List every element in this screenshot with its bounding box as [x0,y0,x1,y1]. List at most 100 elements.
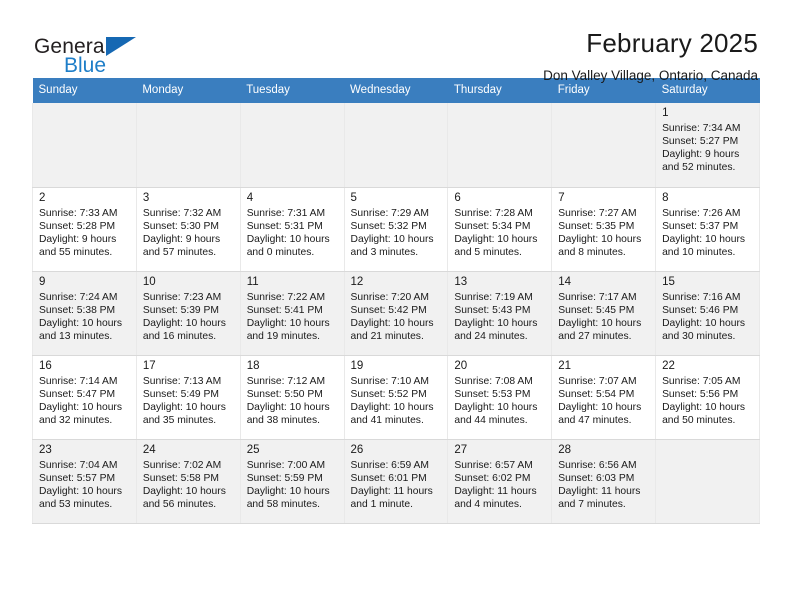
day-sun-details: Sunrise: 7:05 AM Sunset: 5:56 PM Dayligh… [662,375,746,426]
calendar-day-cell [135,103,241,188]
calendar-day-cell[interactable]: 24 Sunrise: 7:02 AM Sunset: 5:58 PM Dayl… [135,439,241,524]
calendar-day-cell [551,103,657,188]
day-number: 13 [454,275,468,288]
page-header: General Blue February 2025 Don Valley Vi… [0,0,792,83]
day-sun-details: Sunrise: 6:57 AM Sunset: 6:02 PM Dayligh… [454,459,537,510]
calendar-day-cell[interactable]: 19 Sunrise: 7:10 AM Sunset: 5:52 PM Dayl… [343,355,449,440]
calendar-day-cell[interactable]: 25 Sunrise: 7:00 AM Sunset: 5:59 PM Dayl… [239,439,345,524]
calendar-day-cell[interactable]: 9 Sunrise: 7:24 AM Sunset: 5:38 PM Dayli… [32,271,137,356]
day-number: 19 [350,359,364,372]
calendar-day-cell[interactable]: 10 Sunrise: 7:23 AM Sunset: 5:39 PM Dayl… [135,271,241,356]
brand-name-secondary: Blue [64,54,107,77]
calendar-day-cell[interactable]: 17 Sunrise: 7:13 AM Sunset: 5:49 PM Dayl… [135,355,241,440]
calendar-day-cell[interactable]: 11 Sunrise: 7:22 AM Sunset: 5:41 PM Dayl… [239,271,345,356]
day-number: 20 [454,359,468,372]
day-number: 14 [558,275,572,288]
calendar-day-cell[interactable]: 21 Sunrise: 7:07 AM Sunset: 5:54 PM Dayl… [551,355,657,440]
day-number: 23 [39,443,52,456]
day-number: 28 [558,443,572,456]
day-sun-details: Sunrise: 7:17 AM Sunset: 5:45 PM Dayligh… [558,291,642,342]
calendar-day-cell[interactable]: 7 Sunrise: 7:27 AM Sunset: 5:35 PM Dayli… [551,187,657,272]
triangle-logo-icon [106,37,136,56]
day-number: 27 [454,443,468,456]
calendar-day-cell [655,439,760,524]
calendar-day-cell[interactable]: 20 Sunrise: 7:08 AM Sunset: 5:53 PM Dayl… [447,355,553,440]
calendar-week-row: 16 Sunrise: 7:14 AM Sunset: 5:47 PM Dayl… [32,355,760,440]
calendar-day-cell[interactable]: 1 Sunrise: 7:34 AM Sunset: 5:27 PM Dayli… [655,103,760,188]
day-number: 11 [246,275,259,288]
day-sun-details: Sunrise: 7:28 AM Sunset: 5:34 PM Dayligh… [454,207,538,258]
calendar-table: Sunday Monday Tuesday Wednesday Thursday… [32,78,760,524]
day-sun-details: Sunrise: 7:31 AM Sunset: 5:31 PM Dayligh… [246,207,330,258]
day-number: 10 [142,275,156,288]
calendar-day-cell[interactable]: 12 Sunrise: 7:20 AM Sunset: 5:42 PM Dayl… [343,271,449,356]
day-number: 15 [662,275,675,288]
day-number: 25 [246,443,260,456]
day-sun-details: Sunrise: 6:56 AM Sunset: 6:03 PM Dayligh… [558,459,641,510]
day-sun-details: Sunrise: 7:13 AM Sunset: 5:49 PM Dayligh… [142,375,226,426]
calendar-day-cell [447,103,553,188]
day-number: 24 [142,443,156,456]
day-sun-details: Sunrise: 7:27 AM Sunset: 5:35 PM Dayligh… [558,207,642,258]
day-sun-details: Sunrise: 7:23 AM Sunset: 5:39 PM Dayligh… [142,291,226,342]
calendar-day-cell[interactable]: 23 Sunrise: 7:04 AM Sunset: 5:57 PM Dayl… [32,439,137,524]
calendar-day-cell[interactable]: 27 Sunrise: 6:57 AM Sunset: 6:02 PM Dayl… [447,439,553,524]
day-sun-details: Sunrise: 7:32 AM Sunset: 5:30 PM Dayligh… [142,207,222,258]
day-sun-details: Sunrise: 7:02 AM Sunset: 5:58 PM Dayligh… [142,459,226,510]
day-number: 3 [142,191,150,204]
weekday-header-wednesday: Wednesday [344,78,448,103]
day-sun-details: Sunrise: 7:14 AM Sunset: 5:47 PM Dayligh… [39,375,122,426]
calendar-day-cell[interactable]: 2 Sunrise: 7:33 AM Sunset: 5:28 PM Dayli… [32,187,137,272]
day-number: 7 [558,191,565,204]
weekday-header-sunday: Sunday [32,78,137,103]
day-sun-details: Sunrise: 7:24 AM Sunset: 5:38 PM Dayligh… [39,291,122,342]
day-number: 6 [454,191,461,204]
calendar-day-cell[interactable]: 3 Sunrise: 7:32 AM Sunset: 5:30 PM Dayli… [135,187,241,272]
weekday-header-thursday: Thursday [447,78,552,103]
day-sun-details: Sunrise: 7:29 AM Sunset: 5:32 PM Dayligh… [350,207,434,258]
day-sun-details: Sunrise: 7:10 AM Sunset: 5:52 PM Dayligh… [350,375,434,426]
day-sun-details: Sunrise: 7:16 AM Sunset: 5:46 PM Dayligh… [662,291,746,342]
day-sun-details: Sunrise: 6:59 AM Sunset: 6:01 PM Dayligh… [350,459,433,510]
day-number: 21 [558,359,572,372]
day-number: 4 [246,191,254,204]
day-sun-details: Sunrise: 7:20 AM Sunset: 5:42 PM Dayligh… [350,291,434,342]
day-sun-details: Sunrise: 7:22 AM Sunset: 5:41 PM Dayligh… [246,291,330,342]
calendar-day-cell[interactable]: 13 Sunrise: 7:19 AM Sunset: 5:43 PM Dayl… [447,271,553,356]
calendar-day-cell[interactable]: 6 Sunrise: 7:28 AM Sunset: 5:34 PM Dayli… [447,187,553,272]
calendar-week-row: 9 Sunrise: 7:24 AM Sunset: 5:38 PM Dayli… [32,271,760,356]
calendar-day-cell[interactable]: 26 Sunrise: 6:59 AM Sunset: 6:01 PM Dayl… [343,439,449,524]
day-number: 12 [350,275,364,288]
calendar-page: General Blue February 2025 Don Valley Vi… [0,0,792,612]
day-number: 18 [246,359,260,372]
day-number: 26 [350,443,364,456]
calendar-day-cell[interactable]: 15 Sunrise: 7:16 AM Sunset: 5:46 PM Dayl… [655,271,760,356]
calendar-day-cell[interactable]: 22 Sunrise: 7:05 AM Sunset: 5:56 PM Dayl… [655,355,760,440]
title-block: February 2025 Don Valley Village, Ontari… [543,28,758,85]
day-sun-details: Sunrise: 7:07 AM Sunset: 5:54 PM Dayligh… [558,375,642,426]
calendar-day-cell[interactable]: 5 Sunrise: 7:29 AM Sunset: 5:32 PM Dayli… [343,187,449,272]
day-sun-details: Sunrise: 7:34 AM Sunset: 5:27 PM Dayligh… [662,123,741,174]
calendar-day-cell[interactable]: 4 Sunrise: 7:31 AM Sunset: 5:31 PM Dayli… [239,187,345,272]
calendar-day-cell[interactable]: 28 Sunrise: 6:56 AM Sunset: 6:03 PM Dayl… [551,439,657,524]
calendar-day-cell[interactable]: 16 Sunrise: 7:14 AM Sunset: 5:47 PM Dayl… [32,355,137,440]
day-number: 9 [39,275,46,288]
day-sun-details: Sunrise: 7:26 AM Sunset: 5:37 PM Dayligh… [662,207,746,258]
page-title: February 2025 [586,28,758,58]
calendar-body: 1 Sunrise: 7:34 AM Sunset: 5:27 PM Dayli… [32,103,760,524]
day-number: 8 [662,191,669,204]
calendar-day-cell[interactable]: 18 Sunrise: 7:12 AM Sunset: 5:50 PM Dayl… [239,355,345,440]
calendar-week-row: 2 Sunrise: 7:33 AM Sunset: 5:28 PM Dayli… [32,187,760,272]
calendar-day-cell [32,103,137,188]
calendar-day-cell[interactable]: 8 Sunrise: 7:26 AM Sunset: 5:37 PM Dayli… [655,187,760,272]
day-sun-details: Sunrise: 7:04 AM Sunset: 5:57 PM Dayligh… [39,459,122,510]
day-sun-details: Sunrise: 7:00 AM Sunset: 5:59 PM Dayligh… [246,459,330,510]
weekday-header-monday: Monday [136,78,241,103]
calendar-day-cell [343,103,449,188]
calendar-day-cell[interactable]: 14 Sunrise: 7:17 AM Sunset: 5:45 PM Dayl… [551,271,657,356]
day-number: 1 [662,107,669,119]
day-sun-details: Sunrise: 7:12 AM Sunset: 5:50 PM Dayligh… [246,375,330,426]
brand-logo[interactable]: General Blue [34,28,204,76]
weekday-header-tuesday: Tuesday [240,78,345,103]
day-sun-details: Sunrise: 7:33 AM Sunset: 5:28 PM Dayligh… [39,207,118,258]
